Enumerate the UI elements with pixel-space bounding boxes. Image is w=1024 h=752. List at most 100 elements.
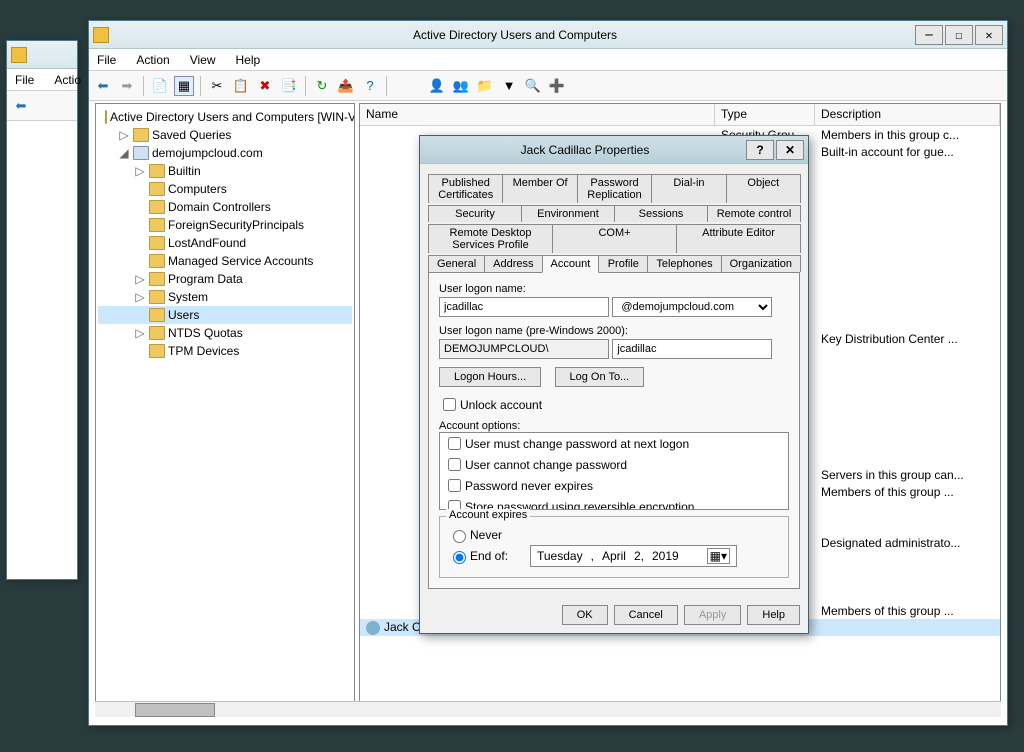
col-description[interactable]: Description	[815, 104, 1000, 125]
copy-icon[interactable]: 📋	[231, 76, 251, 96]
menu-view[interactable]: View	[186, 51, 220, 69]
new-ou-icon[interactable]: 📁	[475, 76, 495, 96]
menu-file[interactable]: File	[11, 71, 38, 89]
tree-item[interactable]: ▷Builtin	[98, 162, 352, 180]
toolbar: ⬅ ➡ 📄 ▦ ✂ 📋 ✖ 📑 ↻ 📤 ? 👤 👥 📁 ▼ 🔍 ➕	[89, 71, 1007, 101]
minimize-button[interactable]: ─	[915, 25, 943, 45]
tree-item[interactable]: ◢demojumpcloud.com	[98, 144, 352, 162]
tab-remote-desktop-services-profile[interactable]: Remote Desktop Services Profile	[428, 224, 553, 253]
cancel-button[interactable]: Cancel	[614, 605, 678, 625]
account-option[interactable]: Password never expires	[440, 475, 788, 496]
tab-security[interactable]: Security	[428, 205, 522, 222]
background-window: File Actio ⬅	[6, 40, 78, 580]
tab-strip: Published CertificatesMember OfPassword …	[428, 172, 800, 273]
close-button[interactable]: ✕	[975, 25, 1003, 45]
tree-item[interactable]: ▷System	[98, 288, 352, 306]
tree-item[interactable]: Computers	[98, 180, 352, 198]
close-button[interactable]: ✕	[776, 140, 804, 160]
menu-file[interactable]: File	[93, 51, 120, 69]
expires-never-label: Never	[470, 528, 502, 542]
expires-never-radio[interactable]	[453, 530, 466, 543]
tab-sessions[interactable]: Sessions	[614, 205, 708, 222]
expires-date-picker[interactable]: Tuesday , April 2, 2019 ▦▾	[530, 545, 737, 567]
tree-item[interactable]: ▷Program Data	[98, 270, 352, 288]
cut-icon[interactable]: ✂	[207, 76, 227, 96]
tree-item[interactable]: TPM Devices	[98, 342, 352, 360]
logon-hours-button[interactable]: Logon Hours...	[439, 367, 541, 387]
window-title: Active Directory Users and Computers	[115, 28, 915, 42]
pre2000-user-input[interactable]	[612, 339, 772, 359]
filter-icon[interactable]: ▼	[499, 76, 519, 96]
back-icon[interactable]: ⬅	[11, 96, 31, 116]
menubar: File Action View Help	[89, 49, 1007, 71]
tree-item[interactable]: LostAndFound	[98, 234, 352, 252]
new-group-icon[interactable]: 👥	[451, 76, 471, 96]
tree-item[interactable]: ForeignSecurityPrincipals	[98, 216, 352, 234]
tab-remote-control[interactable]: Remote control	[707, 205, 801, 222]
apply-button[interactable]: Apply	[684, 605, 742, 625]
tab-account[interactable]: Account	[542, 255, 600, 273]
col-type[interactable]: Type	[715, 104, 815, 125]
user-icon	[366, 621, 380, 635]
account-option[interactable]: User must change password at next logon	[440, 433, 788, 454]
tree-item[interactable]: ▷NTDS Quotas	[98, 324, 352, 342]
tab-environment[interactable]: Environment	[521, 205, 615, 222]
calendar-icon[interactable]: ▦▾	[707, 548, 730, 564]
tree-root[interactable]: Active Directory Users and Computers [WI…	[98, 108, 352, 126]
tab-attribute-editor[interactable]: Attribute Editor	[676, 224, 801, 253]
list-header: Name Type Description	[360, 104, 1000, 126]
details-icon[interactable]: ▦	[174, 76, 194, 96]
unlock-account-checkbox[interactable]	[443, 398, 456, 411]
logon-to-button[interactable]: Log On To...	[555, 367, 645, 387]
tab-password-replication[interactable]: Password Replication	[577, 174, 652, 203]
bg-menubar: File Actio	[7, 69, 77, 91]
account-option[interactable]: Store password using reversible encrypti…	[440, 496, 788, 510]
tab-dial-in[interactable]: Dial-in	[651, 174, 726, 203]
help-button[interactable]: Help	[747, 605, 800, 625]
tree-item[interactable]: Users	[98, 306, 352, 324]
col-name[interactable]: Name	[360, 104, 715, 125]
export-icon[interactable]: 📤	[336, 76, 356, 96]
menu-action[interactable]: Action	[132, 51, 173, 69]
scrollbar-thumb[interactable]	[135, 703, 215, 717]
maximize-button[interactable]: ☐	[945, 25, 973, 45]
expires-endof-radio[interactable]	[453, 551, 466, 564]
delete-icon[interactable]: ✖	[255, 76, 275, 96]
help-button[interactable]: ?	[746, 140, 774, 160]
menu-action[interactable]: Actio	[50, 71, 85, 89]
properties-icon[interactable]: 📑	[279, 76, 299, 96]
tree-item[interactable]: Domain Controllers	[98, 198, 352, 216]
tree-item[interactable]: Managed Service Accounts	[98, 252, 352, 270]
tab-telephones[interactable]: Telephones	[647, 255, 721, 272]
tree-item[interactable]: ▷Saved Queries	[98, 126, 352, 144]
titlebar: Active Directory Users and Computers ─ ☐…	[89, 21, 1007, 49]
refresh-icon[interactable]: ↻	[312, 76, 332, 96]
account-options-list[interactable]: User must change password at next logonU…	[439, 432, 789, 510]
tab-published-certificates[interactable]: Published Certificates	[428, 174, 503, 203]
properties-dialog: Jack Cadillac Properties ? ✕ Published C…	[419, 135, 809, 634]
logon-domain-select[interactable]: @demojumpcloud.com	[612, 297, 772, 317]
logon-name-label: User logon name:	[439, 283, 789, 295]
forward-icon[interactable]: ➡	[117, 76, 137, 96]
back-icon[interactable]: ⬅	[93, 76, 113, 96]
account-expires-label: Account expires	[446, 509, 530, 521]
new-user-icon[interactable]: 👤	[427, 76, 447, 96]
help-icon[interactable]: ?	[360, 76, 380, 96]
tree-pane[interactable]: Active Directory Users and Computers [WI…	[95, 103, 355, 717]
tab-general[interactable]: General	[428, 255, 485, 272]
tab-com+[interactable]: COM+	[552, 224, 677, 253]
expires-endof-label: End of:	[470, 549, 530, 563]
tab-organization[interactable]: Organization	[721, 255, 801, 272]
up-icon[interactable]: 📄	[150, 76, 170, 96]
find-icon[interactable]: 🔍	[523, 76, 543, 96]
add-icon[interactable]: ➕	[547, 76, 567, 96]
tab-object[interactable]: Object	[726, 174, 801, 203]
app-icon	[93, 27, 109, 43]
logon-name-input[interactable]	[439, 297, 609, 317]
tab-address[interactable]: Address	[484, 255, 542, 272]
menu-help[interactable]: Help	[232, 51, 265, 69]
tab-member-of[interactable]: Member Of	[502, 174, 577, 203]
tab-profile[interactable]: Profile	[598, 255, 648, 272]
ok-button[interactable]: OK	[562, 605, 608, 625]
account-option[interactable]: User cannot change password	[440, 454, 788, 475]
